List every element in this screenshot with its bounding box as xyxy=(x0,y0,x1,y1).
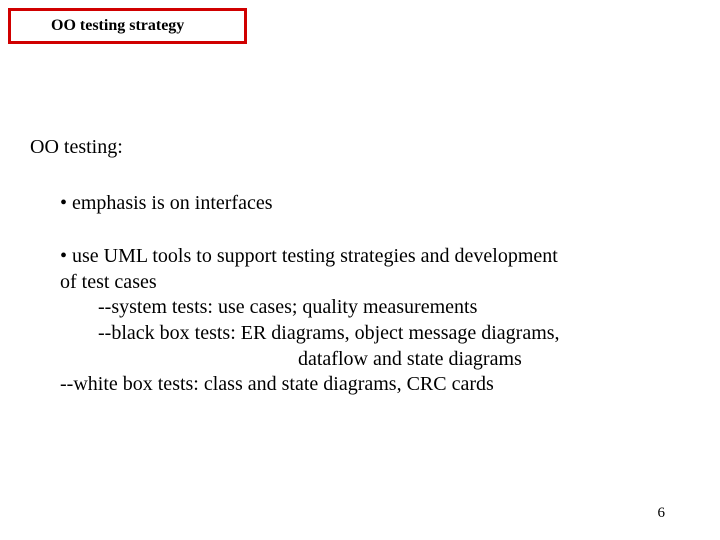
sub-list: --system tests: use cases; quality measu… xyxy=(98,295,690,372)
slide-body: OO testing: • emphasis is on interfaces … xyxy=(30,135,690,398)
sub-item-continuation: dataflow and state diagrams xyxy=(298,347,690,373)
sub-item: --system tests: use cases; quality measu… xyxy=(98,295,690,321)
slide-title-box: OO testing strategy xyxy=(8,8,247,44)
slide-title: OO testing strategy xyxy=(51,17,184,34)
bullet-list: • emphasis is on interfaces • use UML to… xyxy=(60,191,690,398)
sub-item: --black box tests: ER diagrams, object m… xyxy=(98,321,690,347)
section-heading: OO testing: xyxy=(30,135,690,161)
bullet-text-line: of test cases xyxy=(60,271,157,293)
sub-item: --white box tests: class and state diagr… xyxy=(60,372,690,398)
bullet-item: • use UML tools to support testing strat… xyxy=(60,244,690,398)
bullet-item: • emphasis is on interfaces xyxy=(60,191,690,217)
page-number: 6 xyxy=(658,505,666,522)
bullet-text-line: • use UML tools to support testing strat… xyxy=(60,245,558,267)
